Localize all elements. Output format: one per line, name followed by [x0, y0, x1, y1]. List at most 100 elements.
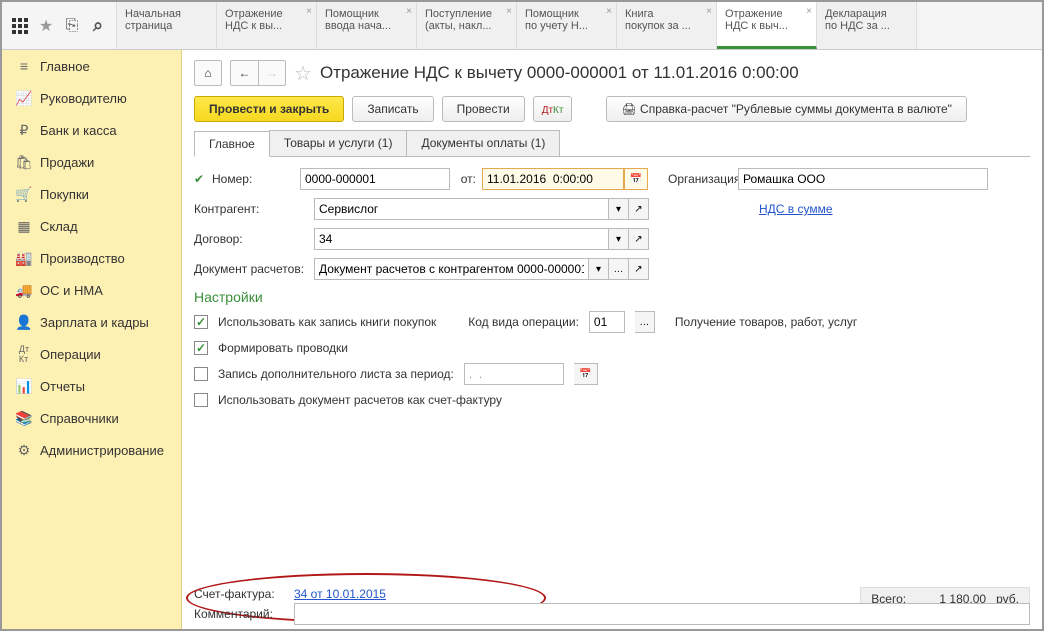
- main-area: ⌂ ← → ☆ Отражение НДС к вычету 0000-0000…: [182, 50, 1042, 629]
- calendar-icon: 📅: [579, 369, 591, 380]
- tab-helper-input[interactable]: ×Помощникввода нача...: [317, 2, 417, 49]
- sidebar-item-warehouse[interactable]: ▦Склад: [2, 210, 181, 242]
- invoice-label: Счет-фактура:: [194, 587, 294, 601]
- tab-helper-vat[interactable]: ×Помощникпо учету Н...: [517, 2, 617, 49]
- close-icon[interactable]: ×: [306, 6, 312, 17]
- number-label: Номер:: [212, 172, 300, 186]
- settlement-input[interactable]: [314, 258, 589, 280]
- sidebar-item-operations[interactable]: ДтКтОперации: [2, 338, 181, 370]
- dropdown-button[interactable]: ▾: [609, 228, 629, 250]
- dropdown-button[interactable]: ▾: [609, 198, 629, 220]
- document-title: Отражение НДС к вычету 0000-000001 от 11…: [320, 63, 799, 83]
- dtkt-button[interactable]: ДтКт: [533, 96, 573, 122]
- sidebar-item-admin[interactable]: ⚙Администрирование: [2, 434, 181, 466]
- chart-icon: 📈: [16, 90, 32, 106]
- settings-header: Настройки: [194, 289, 1030, 305]
- menu-icon: ≡: [16, 58, 32, 74]
- home-button[interactable]: ⌂: [194, 60, 222, 86]
- sidebar-item-purchases[interactable]: 🛒Покупки: [2, 178, 181, 210]
- open-button[interactable]: ↗: [629, 228, 649, 250]
- tab-receipt[interactable]: ×Поступление(акты, накл...: [417, 2, 517, 49]
- form-entries-checkbox[interactable]: [194, 341, 208, 355]
- ruble-icon: ₽: [16, 122, 32, 138]
- contract-input[interactable]: [314, 228, 609, 250]
- open-button[interactable]: ↗: [629, 198, 649, 220]
- extra-sheet-checkbox[interactable]: [194, 367, 208, 381]
- bag-icon: 🛍: [16, 154, 32, 170]
- extra-date-input[interactable]: [464, 363, 564, 385]
- dtkt-icon: ДтКт: [16, 346, 32, 362]
- org-label: Организация:: [648, 172, 738, 186]
- dropdown-button[interactable]: ▾: [589, 258, 609, 280]
- ellipsis-button[interactable]: …: [609, 258, 629, 280]
- use-invoice-label: Использовать документ расчетов как счет-…: [218, 393, 502, 407]
- comment-label: Комментарий:: [194, 607, 294, 621]
- history-button[interactable]: [62, 16, 82, 36]
- op-code-label: Код вида операции:: [468, 315, 579, 329]
- use-book-checkbox[interactable]: [194, 315, 208, 329]
- contragent-input[interactable]: [314, 198, 609, 220]
- cart-icon: 🛒: [16, 186, 32, 202]
- save-button[interactable]: Записать: [352, 96, 433, 122]
- arrow-right-icon: →: [266, 66, 278, 80]
- close-icon[interactable]: ×: [706, 6, 712, 17]
- back-button[interactable]: ←: [230, 60, 258, 86]
- search-button[interactable]: [88, 16, 108, 36]
- tab-purchase-book[interactable]: ×Книгапокупок за ...: [617, 2, 717, 49]
- close-icon[interactable]: ×: [406, 6, 412, 17]
- close-icon[interactable]: ×: [806, 6, 812, 17]
- contragent-label: Контрагент:: [194, 202, 314, 216]
- gear-icon: ⚙: [16, 442, 32, 458]
- sidebar: ≡Главное 📈Руководителю ₽Банк и касса 🛍Пр…: [2, 50, 182, 629]
- date-input[interactable]: [482, 168, 624, 190]
- from-label: от:: [450, 172, 482, 186]
- posted-icon: ✔: [194, 172, 212, 186]
- tab-declaration[interactable]: Декларацияпо НДС за ...: [817, 2, 917, 49]
- post-button[interactable]: Провести: [442, 96, 525, 122]
- post-close-button[interactable]: Провести и закрыть: [194, 96, 344, 122]
- favorite-star[interactable]: ☆: [294, 61, 312, 86]
- close-icon[interactable]: ×: [506, 6, 512, 17]
- sidebar-item-manager[interactable]: 📈Руководителю: [2, 82, 181, 114]
- calendar-button[interactable]: 📅: [624, 168, 648, 190]
- sidebar-item-production[interactable]: 🏭Производство: [2, 242, 181, 274]
- boxes-icon: ▦: [16, 218, 32, 234]
- forward-button[interactable]: →: [258, 60, 286, 86]
- form-entries-label: Формировать проводки: [218, 341, 348, 355]
- tab-home[interactable]: Начальнаястраница: [117, 2, 217, 49]
- arrow-left-icon: ←: [239, 66, 251, 80]
- comment-input[interactable]: [294, 603, 1030, 625]
- contract-label: Договор:: [194, 232, 314, 246]
- tab-goods[interactable]: Товары и услуги (1): [269, 130, 408, 156]
- open-button[interactable]: ↗: [629, 258, 649, 280]
- sidebar-item-assets[interactable]: 🚚ОС и НМА: [2, 274, 181, 306]
- tab-payments[interactable]: Документы оплаты (1): [406, 130, 560, 156]
- use-invoice-checkbox[interactable]: [194, 393, 208, 407]
- tab-vat-2[interactable]: ×ОтражениеНДС к выч...: [717, 2, 817, 49]
- op-code-input[interactable]: [589, 311, 625, 333]
- person-icon: 👤: [16, 314, 32, 330]
- tab-vat-1[interactable]: ×ОтражениеНДС к вы...: [217, 2, 317, 49]
- sidebar-item-sales[interactable]: 🛍Продажи: [2, 146, 181, 178]
- number-input[interactable]: [300, 168, 450, 190]
- ellipsis-button[interactable]: …: [635, 311, 655, 333]
- invoice-link[interactable]: 34 от 10.01.2015: [294, 587, 386, 601]
- use-book-label: Использовать как запись книги покупок: [218, 315, 436, 329]
- extra-sheet-label: Запись дополнительного листа за период:: [218, 367, 454, 381]
- invoice-row: Счет-фактура: 34 от 10.01.2015 Всего: 1 …: [194, 587, 1030, 601]
- favorites-button[interactable]: [36, 16, 56, 36]
- tab-main[interactable]: Главное: [194, 131, 270, 157]
- top-bar: Начальнаястраница ×ОтражениеНДС к вы... …: [2, 2, 1042, 50]
- app-launcher-button[interactable]: [10, 16, 30, 36]
- sidebar-item-salary[interactable]: 👤Зарплата и кадры: [2, 306, 181, 338]
- sidebar-item-main[interactable]: ≡Главное: [2, 50, 181, 82]
- sidebar-item-catalogs[interactable]: 📚Справочники: [2, 402, 181, 434]
- sidebar-item-bank[interactable]: ₽Банк и касса: [2, 114, 181, 146]
- vat-mode-link[interactable]: НДС в сумме: [759, 202, 833, 216]
- report-button[interactable]: 🖨 Справка-расчет "Рублевые суммы докумен…: [606, 96, 966, 122]
- org-input[interactable]: [738, 168, 988, 190]
- toolbar-buttons: [2, 2, 117, 49]
- sidebar-item-reports[interactable]: 📊Отчеты: [2, 370, 181, 402]
- calendar-button[interactable]: 📅: [574, 363, 598, 385]
- close-icon[interactable]: ×: [606, 6, 612, 17]
